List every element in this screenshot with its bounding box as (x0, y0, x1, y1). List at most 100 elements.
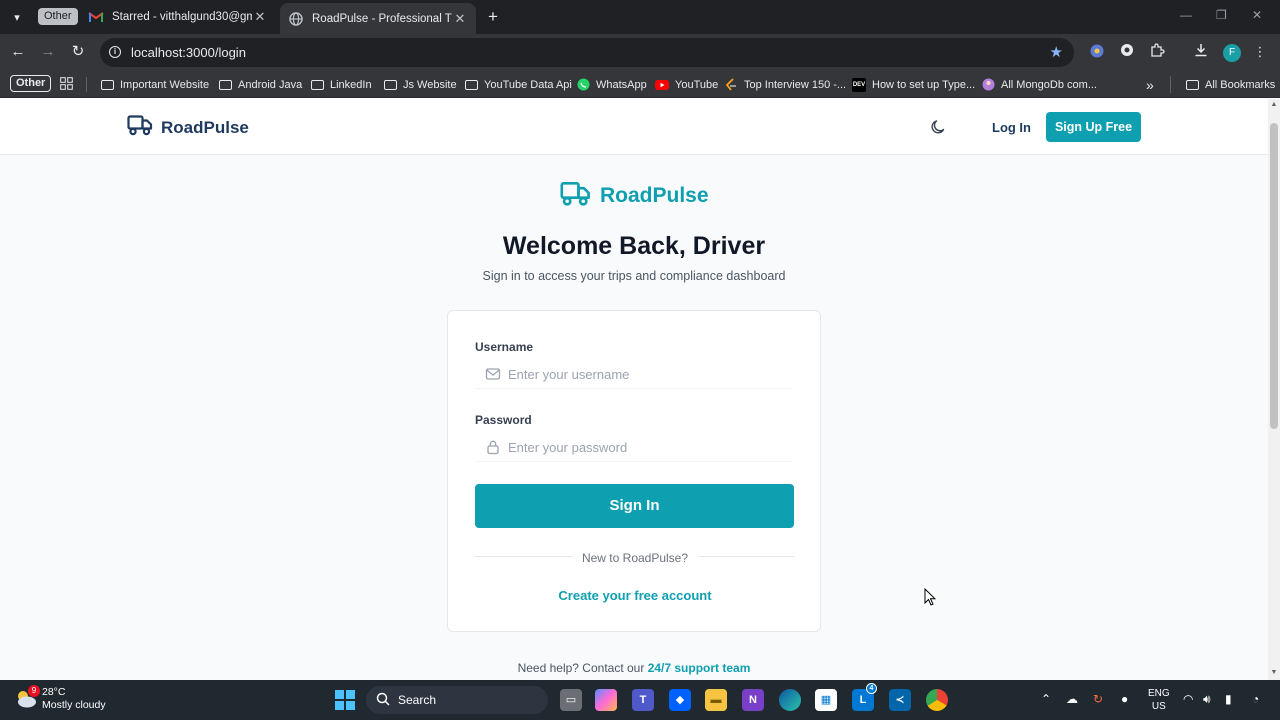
folder-icon (464, 78, 478, 92)
folder-icon (1185, 78, 1199, 92)
close-window-icon[interactable]: ✕ (1252, 8, 1262, 22)
dark-mode-moon-icon[interactable] (930, 119, 946, 135)
site-info-icon[interactable]: i (109, 46, 121, 58)
copilot-icon[interactable] (595, 689, 617, 711)
store-icon[interactable]: ▦ (815, 689, 837, 711)
extension-circle-icon[interactable] (1118, 43, 1136, 61)
battery-icon[interactable]: ▮ (1225, 692, 1232, 706)
bookmark-youtube[interactable]: YouTube (655, 76, 718, 93)
notification-bell-icon[interactable]: ◔ (1252, 692, 1259, 706)
close-tab-icon[interactable]: ✕ (252, 9, 268, 25)
windows-taskbar: 9 28°C Mostly cloudy Search ▭ T ◆ ▬ N ▦ … (0, 680, 1280, 720)
scroll-up-icon[interactable]: ▲ (1270, 101, 1278, 108)
bookmark-linkedin[interactable]: LinkedIn (310, 76, 372, 93)
reload-icon[interactable]: ↻ (68, 42, 88, 62)
scrollbar-thumb[interactable] (1270, 123, 1278, 429)
tab-roadpulse[interactable]: RoadPulse - Professional Trucking ✕ (280, 3, 476, 34)
create-account-link[interactable]: Create your free account (448, 588, 822, 603)
signup-button[interactable]: Sign Up Free (1046, 112, 1141, 142)
page-viewport: RoadPulse Log In Sign Up Free RoadPulse … (0, 99, 1268, 680)
password-field[interactable] (475, 432, 793, 462)
back-icon[interactable]: ← (8, 42, 28, 62)
language-indicator[interactable]: ENG US (1148, 687, 1170, 713)
mouse-cursor-icon (924, 587, 937, 606)
weather-widget[interactable]: 9 28°C Mostly cloudy (14, 685, 106, 712)
bookmark-mongodb[interactable]: All MongoDb com... (981, 76, 1097, 93)
page-scrollbar[interactable]: ▲ ▼ (1268, 99, 1280, 680)
bookmarks-overflow-icon[interactable]: » (1146, 76, 1154, 93)
apps-grid-icon[interactable] (60, 77, 73, 90)
brand-name: RoadPulse (161, 117, 249, 137)
volume-icon[interactable]: 🔊︎ (1203, 692, 1211, 707)
vscode-icon[interactable]: ≺ (889, 689, 911, 711)
windows-start-icon[interactable] (335, 690, 355, 710)
minimize-icon[interactable]: — (1180, 8, 1192, 22)
new-tab-icon[interactable]: + (482, 6, 504, 28)
login-link[interactable]: Log In (992, 120, 1031, 135)
header-brand-logo[interactable]: RoadPulse (127, 114, 249, 141)
bookmark-star-icon[interactable]: ★ (1050, 43, 1063, 61)
bookmark-dev-typescript[interactable]: DEV How to set up Type... (852, 76, 975, 93)
tab-gmail[interactable]: Starred - vitthalgund30@gmail.com ✕ (80, 4, 276, 30)
microphone-icon[interactable]: ● (1121, 692, 1128, 706)
weather-badge: 9 (28, 685, 40, 697)
extensions-puzzle-icon[interactable] (1148, 43, 1166, 61)
dropbox-icon[interactable]: ◆ (669, 689, 691, 711)
scroll-down-icon[interactable]: ▼ (1270, 669, 1278, 676)
tab-title: Starred - vitthalgund30@gmail.com (112, 11, 252, 23)
extension-shield-icon[interactable] (1088, 43, 1106, 61)
gmail-icon (88, 9, 104, 25)
bookmark-label: How to set up Type... (872, 78, 976, 91)
username-field[interactable] (475, 359, 793, 389)
tab-title: RoadPulse - Professional Trucking (312, 12, 452, 25)
restore-icon[interactable]: ❐ (1216, 8, 1227, 22)
bookmark-important-website[interactable]: Important Website (100, 76, 209, 93)
menu-kebab-icon[interactable]: ⋮ (1251, 43, 1269, 61)
page-subtitle: Sign in to access your trips and complia… (482, 269, 786, 283)
chrome-icon[interactable] (926, 689, 948, 711)
page-title: Welcome Back, Driver (502, 232, 766, 260)
tab-group-label[interactable]: Other (38, 8, 78, 25)
file-explorer-icon[interactable]: ▬ (705, 689, 727, 711)
truck-icon (127, 114, 153, 141)
edge-icon[interactable] (779, 689, 801, 711)
site-header: RoadPulse Log In Sign Up Free (0, 99, 1268, 155)
bookmark-whatsapp[interactable]: WhatsApp (576, 76, 647, 93)
profile-avatar[interactable]: F (1223, 44, 1241, 62)
bookmark-android-java[interactable]: Android Java (218, 76, 302, 93)
bookmark-label: WhatsApp (596, 78, 647, 91)
bookmark-group-other[interactable]: Other (10, 75, 52, 92)
mail-icon (485, 366, 501, 382)
teams-icon[interactable]: T (632, 689, 654, 711)
bookmark-label: Top Interview 150 -... (744, 78, 847, 91)
all-bookmarks[interactable]: All Bookmarks (1170, 76, 1275, 93)
wifi-icon[interactable]: ◠ (1183, 692, 1193, 706)
bookmark-label: YouTube Data Api (484, 78, 572, 91)
search-label: Search (398, 693, 437, 707)
tab-search-icon[interactable]: ▾ (6, 6, 28, 28)
sync-icon[interactable]: ↻ (1093, 692, 1103, 706)
outlook-badge: 4 (866, 683, 877, 694)
address-bar[interactable]: i localhost:3000/login ★ (100, 38, 1074, 67)
task-view-icon[interactable]: ▭ (560, 689, 582, 711)
bookmark-top-interview[interactable]: Top Interview 150 -... (724, 76, 846, 93)
taskbar-search[interactable]: Search (366, 686, 548, 714)
sign-in-button[interactable]: Sign In (475, 484, 794, 528)
password-input[interactable] (508, 436, 788, 458)
url-text[interactable]: localhost:3000/login (131, 45, 246, 60)
close-tab-icon[interactable]: ✕ (452, 11, 468, 27)
bookmark-js-website[interactable]: Js Website (383, 76, 457, 93)
forward-icon[interactable]: → (38, 42, 58, 62)
folder-icon (100, 78, 114, 92)
globe-icon (288, 11, 304, 27)
help-prefix: Need help? Contact our (517, 661, 645, 675)
tray-overflow-icon[interactable]: ⌃ (1041, 692, 1051, 706)
onenote-icon[interactable]: N (742, 689, 764, 711)
onedrive-icon[interactable]: ☁ (1066, 692, 1078, 706)
downloads-icon[interactable] (1192, 43, 1210, 61)
username-input[interactable] (508, 363, 788, 385)
bookmark-youtube-data-api[interactable]: YouTube Data Api (464, 76, 572, 93)
hero-brand-name: RoadPulse (600, 184, 709, 207)
outlook-icon[interactable]: L 4 (852, 683, 877, 711)
support-team-link[interactable]: 24/7 support team (648, 661, 751, 675)
